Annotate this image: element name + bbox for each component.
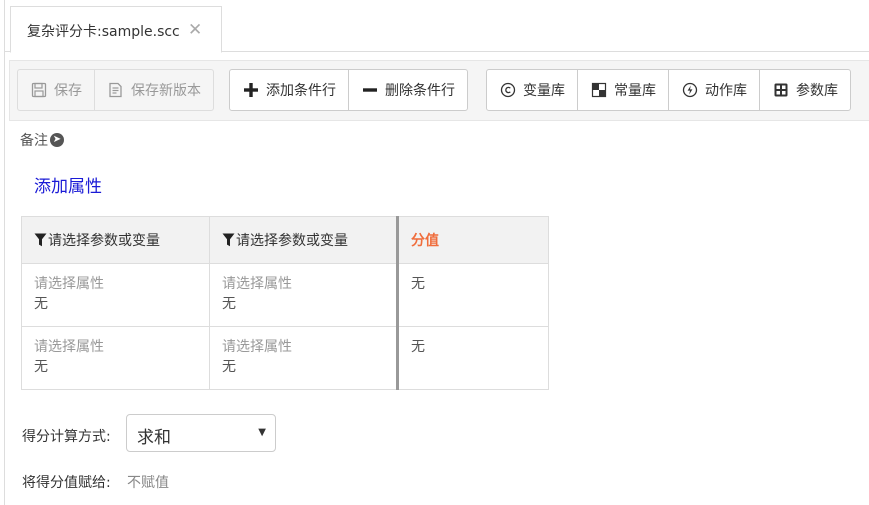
save-button[interactable]: 保存	[18, 70, 95, 110]
condition-cell[interactable]: 请选择属性 无	[21, 263, 210, 327]
delete-condition-row-button[interactable]: 删除条件行	[349, 70, 467, 110]
condition-value[interactable]: 无	[222, 357, 384, 377]
score-header: 分值	[396, 216, 549, 264]
score-calc-value: 求和	[137, 428, 171, 448]
add-condition-row-label: 添加条件行	[266, 83, 336, 99]
save-new-version-button[interactable]: 保存新版本	[95, 70, 213, 110]
close-icon[interactable]: ✕	[188, 20, 202, 40]
th-large-icon	[772, 81, 790, 99]
note-toggle[interactable]: 备注 ➤	[20, 130, 64, 150]
condition-cell[interactable]: 请选择属性 无	[21, 326, 210, 390]
tab-scorecard[interactable]: 复杂评分卡:sample.scc ✕	[10, 6, 222, 53]
score-cell[interactable]: 无	[396, 263, 549, 327]
table-header-row: 请选择参数或变量 请选择参数或变量 分值	[21, 216, 549, 264]
variable-lib-button[interactable]: 变量库	[487, 70, 578, 110]
condition-header-2[interactable]: 请选择参数或变量	[209, 216, 398, 264]
variable-lib-label: 变量库	[523, 83, 565, 99]
save-new-version-label: 保存新版本	[131, 83, 201, 99]
assign-score-label: 将得分值赋给:	[22, 475, 111, 491]
save-button-group: 保存 保存新版本	[17, 69, 214, 111]
tab-title: 复杂评分卡:sample.scc	[27, 24, 180, 40]
condition-header-label: 请选择参数或变量	[48, 232, 160, 249]
parameter-lib-label: 参数库	[796, 83, 838, 99]
score-cell[interactable]: 无	[396, 326, 549, 390]
attribute-select[interactable]: 请选择属性	[34, 274, 197, 294]
attribute-select[interactable]: 请选择属性	[34, 337, 197, 357]
toolbar: 保存 保存新版本 添加条件行 删除条件行 变量库 常量库 动作库 参数库	[9, 60, 869, 121]
table-row: 请选择属性 无 请选择属性 无 无	[21, 263, 549, 327]
row-button-group: 添加条件行 删除条件行	[229, 69, 468, 111]
score-calc-select[interactable]: 求和 ▼	[126, 414, 276, 452]
add-attribute-link[interactable]: 添加属性	[34, 172, 102, 197]
condition-cell[interactable]: 请选择属性 无	[209, 263, 398, 327]
attribute-select[interactable]: 请选择属性	[222, 337, 384, 357]
constant-lib-button[interactable]: 常量库	[578, 70, 669, 110]
minus-icon	[361, 81, 379, 99]
condition-value[interactable]: 无	[222, 294, 384, 314]
condition-header-1[interactable]: 请选择参数或变量	[21, 216, 210, 264]
action-lib-label: 动作库	[705, 83, 747, 99]
copyright-icon	[499, 81, 517, 99]
scorecard-table: 请选择参数或变量 请选择参数或变量 分值 请选择属性 无 请选择属性 无 无 请…	[21, 216, 549, 390]
arrow-right-circle-icon[interactable]: ➤	[50, 133, 64, 147]
filter-icon[interactable]	[222, 233, 235, 251]
attribute-select[interactable]: 请选择属性	[222, 274, 384, 294]
score-calc-label: 得分计算方式:	[22, 429, 111, 445]
plus-icon	[242, 81, 260, 99]
parameter-lib-button[interactable]: 参数库	[760, 70, 850, 110]
frame-border	[4, 0, 5, 505]
condition-value[interactable]: 无	[34, 294, 197, 314]
assign-score-value[interactable]: 不赋值	[127, 472, 169, 492]
floppy-disk-icon	[30, 81, 48, 99]
document-edit-icon	[107, 81, 125, 99]
save-label: 保存	[54, 83, 82, 99]
caret-down-icon: ▼	[258, 427, 266, 438]
condition-header-label: 请选择参数或变量	[236, 232, 348, 249]
note-label: 备注	[20, 133, 48, 149]
condition-cell[interactable]: 请选择属性 无	[209, 326, 398, 390]
table-row: 请选择属性 无 请选择属性 无 无	[21, 326, 549, 390]
tab-bar: 复杂评分卡:sample.scc ✕	[5, 0, 869, 53]
library-button-group: 变量库 常量库 动作库 参数库	[486, 69, 851, 111]
score-value[interactable]: 无	[411, 337, 536, 357]
constant-lib-label: 常量库	[614, 83, 656, 99]
lightning-icon	[681, 81, 699, 99]
grid-icon	[590, 81, 608, 99]
delete-condition-row-label: 删除条件行	[385, 83, 455, 99]
add-condition-row-button[interactable]: 添加条件行	[230, 70, 349, 110]
condition-value[interactable]: 无	[34, 357, 197, 377]
action-lib-button[interactable]: 动作库	[669, 70, 760, 110]
score-value[interactable]: 无	[411, 274, 536, 294]
filter-icon[interactable]	[34, 233, 47, 251]
